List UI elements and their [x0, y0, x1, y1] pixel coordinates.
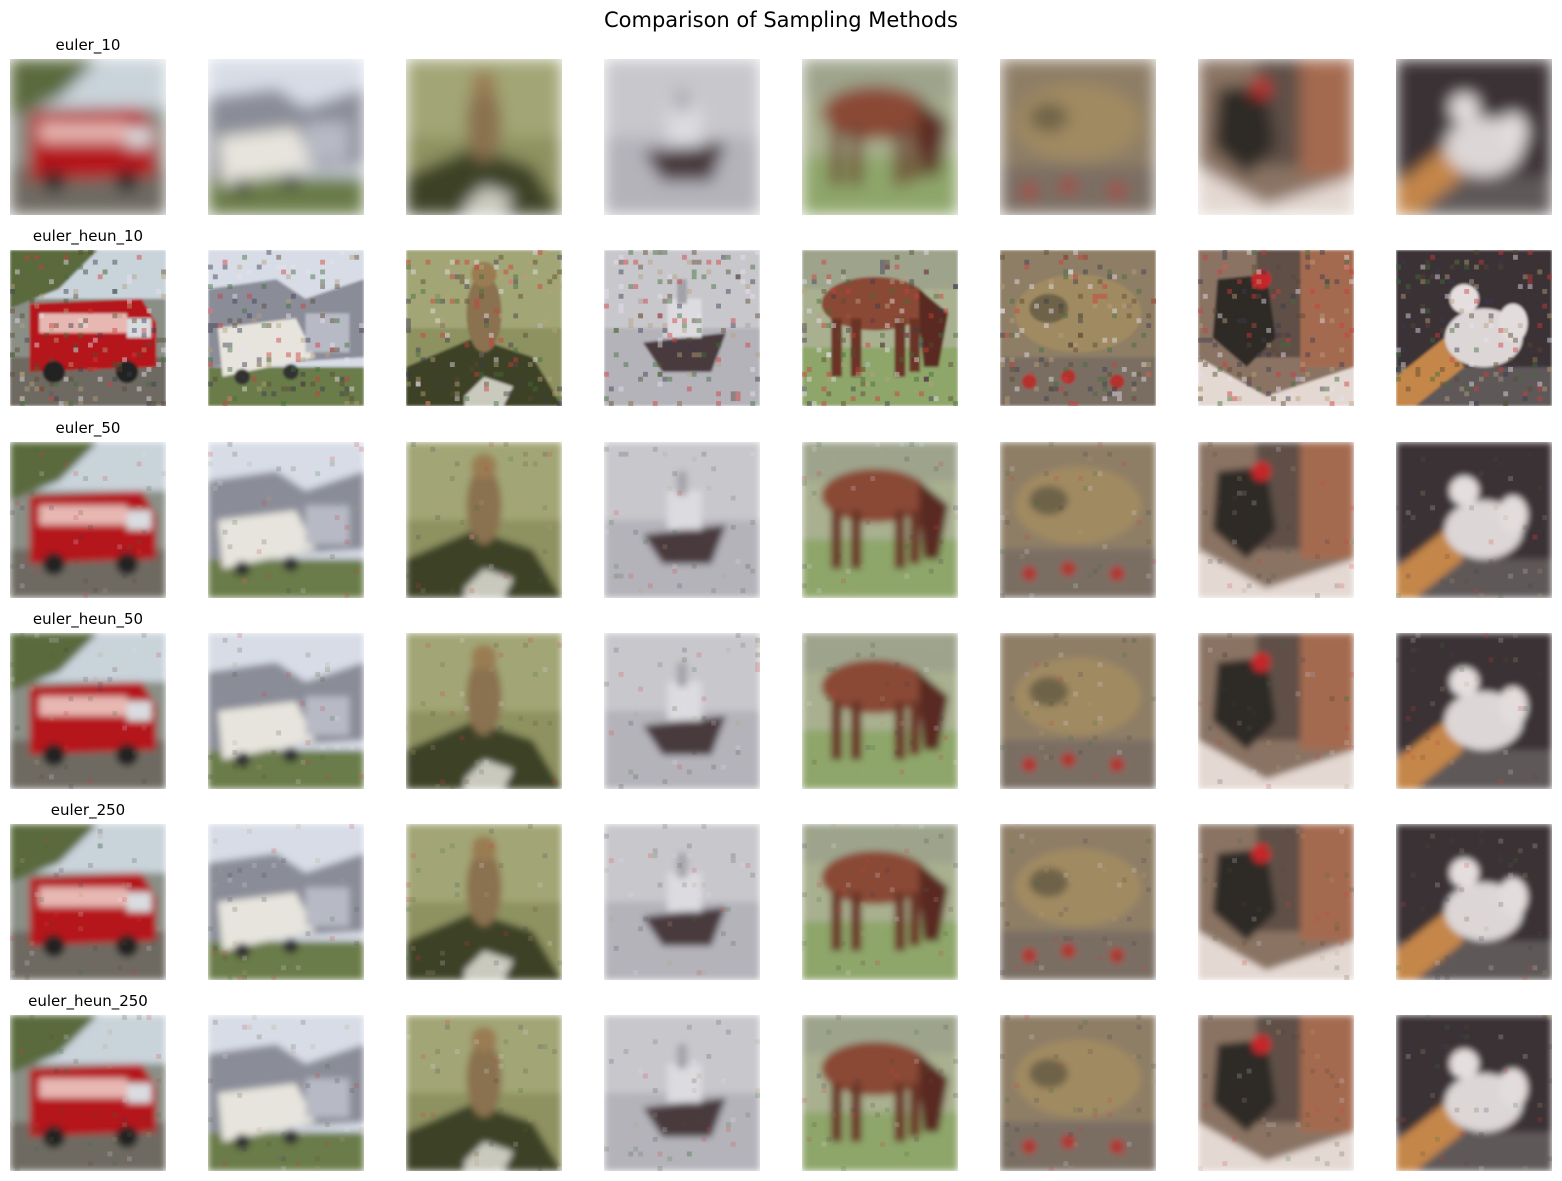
image-grid: euler_10 euler_heun_10 euler_50 euler_heun_… [0, 0, 1562, 1181]
sample-image-bird-on-rock [406, 1015, 562, 1171]
sample-image-boat [604, 250, 760, 406]
sample-image-horse [802, 824, 958, 980]
sample-image-horse [802, 442, 958, 598]
sample-image-truck-building [208, 633, 364, 789]
row-label: euler_50 [55, 419, 121, 437]
sample-image-boat [604, 824, 760, 980]
sample-image-horse [802, 1015, 958, 1171]
sample-image-horse [802, 250, 958, 406]
sample-image-boat [604, 1015, 760, 1171]
sample-image-horse [802, 59, 958, 215]
sample-image-dog [1396, 633, 1552, 789]
sample-image-dog [1396, 442, 1552, 598]
sample-image-truck-building [208, 1015, 364, 1171]
sample-image-bird-on-rock [406, 250, 562, 406]
row-label: euler_10 [55, 36, 121, 54]
sample-image-dog [1396, 824, 1552, 980]
sample-image-frog [1000, 633, 1156, 789]
sample-image-bird-on-rock [406, 442, 562, 598]
sample-image-bird-on-rock [406, 633, 562, 789]
sample-image-cat-on-shelf [1198, 250, 1354, 406]
sample-image-cat-on-shelf [1198, 824, 1354, 980]
sample-image-fire-truck [10, 250, 166, 406]
sample-image-cat-on-shelf [1198, 442, 1354, 598]
sample-image-frog [1000, 250, 1156, 406]
sample-image-fire-truck [10, 633, 166, 789]
sample-image-fire-truck [10, 1015, 166, 1171]
sample-image-frog [1000, 824, 1156, 980]
sample-image-cat-on-shelf [1198, 633, 1354, 789]
sample-image-truck-building [208, 442, 364, 598]
sample-image-fire-truck [10, 59, 166, 215]
row-label: euler_heun_250 [28, 992, 148, 1010]
sample-image-dog [1396, 1015, 1552, 1171]
sample-image-horse [802, 633, 958, 789]
sample-image-dog [1396, 59, 1552, 215]
sample-image-fire-truck [10, 824, 166, 980]
sample-image-bird-on-rock [406, 59, 562, 215]
sample-image-fire-truck [10, 442, 166, 598]
sample-image-boat [604, 59, 760, 215]
sample-image-truck-building [208, 824, 364, 980]
sample-image-truck-building [208, 250, 364, 406]
sample-image-truck-building [208, 59, 364, 215]
sample-image-cat-on-shelf [1198, 1015, 1354, 1171]
sample-image-dog [1396, 250, 1552, 406]
sample-image-cat-on-shelf [1198, 59, 1354, 215]
sample-image-frog [1000, 1015, 1156, 1171]
row-label: euler_250 [50, 801, 126, 819]
row-label: euler_heun_50 [32, 610, 144, 628]
sample-image-boat [604, 442, 760, 598]
sample-image-frog [1000, 59, 1156, 215]
sample-image-bird-on-rock [406, 824, 562, 980]
row-label: euler_heun_10 [32, 227, 144, 245]
sample-image-frog [1000, 442, 1156, 598]
sample-image-boat [604, 633, 760, 789]
